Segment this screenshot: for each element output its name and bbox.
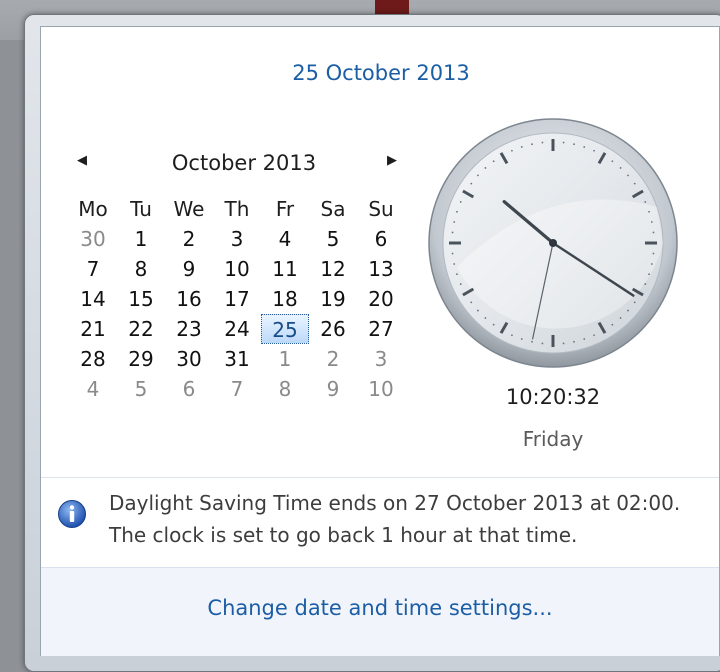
calendar-day[interactable]: 10	[357, 374, 405, 404]
weekday-header: Mo	[78, 197, 108, 221]
calendar-day[interactable]: 30	[165, 344, 213, 374]
calendar-day[interactable]: 31	[213, 344, 261, 374]
next-month-arrow-icon[interactable]: ▶	[387, 153, 397, 168]
calendar-day[interactable]: 29	[117, 344, 165, 374]
calendar-day[interactable]: 17	[213, 284, 261, 314]
current-date-link[interactable]: 25 October 2013	[41, 61, 720, 85]
analog-clock	[428, 118, 678, 368]
calendar-day[interactable]: 22	[117, 314, 165, 344]
calendar-day[interactable]: 14	[69, 284, 117, 314]
weekday-header: Sa	[320, 197, 346, 221]
dst-notice-line-2: The clock is set to go back 1 hour at th…	[109, 523, 578, 547]
weekday-header: We	[173, 197, 205, 221]
calendar-day[interactable]: 28	[69, 344, 117, 374]
calendar-day[interactable]: 12	[309, 254, 357, 284]
divider	[41, 477, 719, 478]
footer: Change date and time settings...	[41, 567, 719, 656]
calendar-day[interactable]: 26	[309, 314, 357, 344]
calendar-day[interactable]: 18	[261, 284, 309, 314]
calendar-day[interactable]: 11	[261, 254, 309, 284]
calendar-day[interactable]: 2	[165, 224, 213, 254]
calendar-day[interactable]: 9	[309, 374, 357, 404]
weekday-header: Tu	[130, 197, 152, 221]
dst-notice-line-1: Daylight Saving Time ends on 27 October …	[109, 491, 681, 515]
calendar-day[interactable]: 15	[117, 284, 165, 314]
calendar-day[interactable]: 7	[69, 254, 117, 284]
calendar-day[interactable]: 23	[165, 314, 213, 344]
calendar-day[interactable]: 16	[165, 284, 213, 314]
calendar-day[interactable]: 1	[261, 344, 309, 374]
calendar-day[interactable]: 2	[309, 344, 357, 374]
weekday-header: Th	[224, 197, 250, 221]
calendar-day[interactable]: 9	[165, 254, 213, 284]
calendar-day[interactable]: 27	[357, 314, 405, 344]
info-icon	[58, 500, 86, 528]
calendar-day[interactable]: 1	[117, 224, 165, 254]
calendar-day[interactable]: 4	[261, 224, 309, 254]
calendar-day[interactable]: 21	[69, 314, 117, 344]
calendar-day[interactable]: 6	[165, 374, 213, 404]
date-time-panel: 25 October 2013 ◀ October 2013 ▶ Mo Tu We T…	[40, 26, 720, 656]
calendar-day[interactable]: 3	[213, 224, 261, 254]
calendar-day[interactable]: 24	[213, 314, 261, 344]
weekday-header: Fr	[275, 197, 295, 221]
calendar-day[interactable]: 10	[213, 254, 261, 284]
digital-time: 10:20:32	[505, 385, 601, 409]
calendar-grid: Mo Tu We Th Fr Sa Su 30 1 2 3 4 5 6 7 8 9 10 11 12 13 14 15 16 1…	[69, 194, 405, 404]
calendar-day[interactable]: 30	[69, 224, 117, 254]
change-settings-link[interactable]: Change date and time settings...	[41, 596, 719, 620]
calendar-day[interactable]: 13	[357, 254, 405, 284]
weekday-header: Su	[368, 197, 394, 221]
calendar-day[interactable]: 8	[261, 374, 309, 404]
calendar-day[interactable]: 19	[309, 284, 357, 314]
calendar-day[interactable]: 6	[357, 224, 405, 254]
calendar-day[interactable]: 4	[69, 374, 117, 404]
calendar-day[interactable]: 3	[357, 344, 405, 374]
calendar-day[interactable]: 5	[117, 374, 165, 404]
calendar-day[interactable]: 20	[357, 284, 405, 314]
month-title[interactable]: October 2013	[147, 151, 341, 175]
calendar-day-selected[interactable]: 25	[261, 314, 309, 344]
calendar-day[interactable]: 5	[309, 224, 357, 254]
calendar-day[interactable]: 8	[117, 254, 165, 284]
weekday-label: Friday	[522, 427, 584, 451]
calendar-day[interactable]: 7	[213, 374, 261, 404]
previous-month-arrow-icon[interactable]: ◀	[77, 153, 87, 168]
